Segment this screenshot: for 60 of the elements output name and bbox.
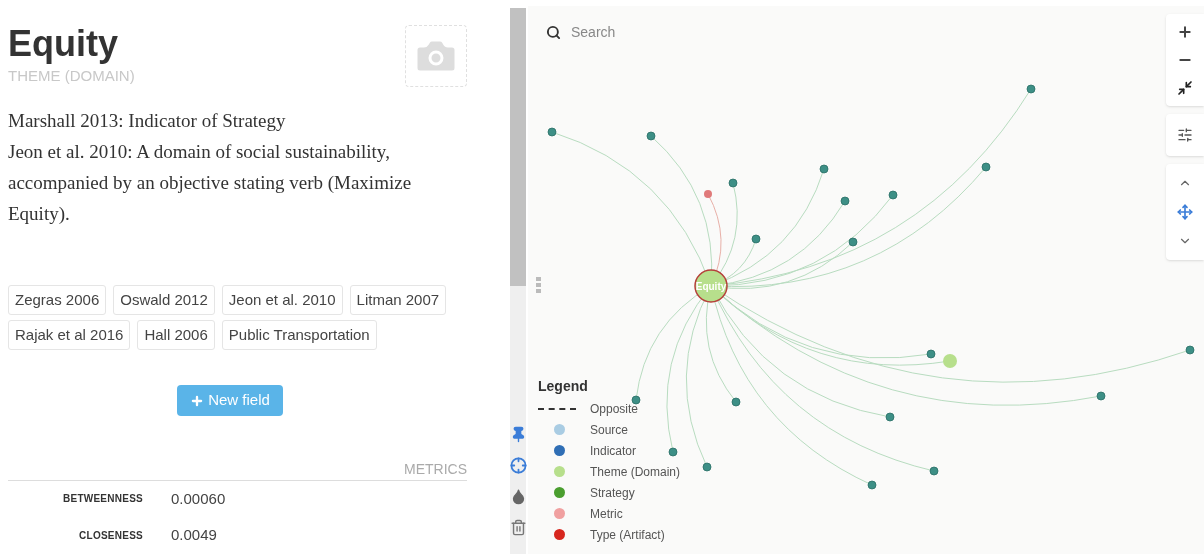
graph-canvas[interactable]: Equity Search Legend Opposite Source Indicator Theme (Domain) Strategy Metric Type (Artifact) xyxy=(528,6,1204,554)
description-text: Jeon et al. 2010: A domain of social sustainability, accompanied by an objective stating verb (Maximize Equity). xyxy=(8,140,413,226)
graph-node[interactable] xyxy=(867,480,877,490)
legend-label: Type (Artifact) xyxy=(590,527,665,542)
graph-node[interactable] xyxy=(728,178,738,188)
plus-icon xyxy=(190,393,205,408)
dashed-line-icon xyxy=(538,407,576,410)
legend-label: Strategy xyxy=(590,485,635,500)
node-title: Equity xyxy=(8,22,119,66)
legend-label: Metric xyxy=(590,506,623,521)
graph-node[interactable] xyxy=(702,462,712,472)
graph-node[interactable] xyxy=(888,190,898,200)
scrollbar[interactable] xyxy=(510,8,526,554)
search-icon xyxy=(546,24,561,40)
tag[interactable]: Rajak et al 2016 xyxy=(8,320,131,350)
graph-node[interactable] xyxy=(929,466,939,476)
graph-node[interactable] xyxy=(981,162,991,172)
legend-label: Source xyxy=(590,422,629,437)
zoom-in-icon[interactable] xyxy=(1177,24,1193,40)
graph-node[interactable] xyxy=(885,412,895,422)
tag[interactable]: Oswald 2012 xyxy=(113,285,215,315)
metric-value: 0.00060 xyxy=(171,488,226,509)
graph-node[interactable] xyxy=(926,349,936,359)
graph-node[interactable] xyxy=(840,196,850,206)
graph-node[interactable] xyxy=(1026,84,1036,94)
crosshair-icon[interactable] xyxy=(509,457,527,474)
graph-node[interactable] xyxy=(751,234,761,244)
drag-handle[interactable] xyxy=(536,277,541,295)
legend-title: Legend xyxy=(538,377,589,396)
collapse-icon[interactable] xyxy=(1177,80,1193,96)
graph-node[interactable] xyxy=(646,131,656,141)
sliders-icon[interactable] xyxy=(1177,127,1193,143)
trash-icon[interactable] xyxy=(509,519,527,536)
tag[interactable]: Public Transportation xyxy=(221,320,377,350)
metric-label: BETWEENNESS xyxy=(62,492,143,507)
search-field[interactable]: Search xyxy=(571,21,771,43)
graph-node[interactable] xyxy=(1185,345,1195,355)
legend-label: Opposite xyxy=(590,401,639,416)
legend-label: Theme (Domain) xyxy=(590,464,681,479)
graph-node[interactable] xyxy=(668,447,678,457)
selected-node[interactable] xyxy=(694,269,728,303)
tag[interactable]: Zegras 2006 xyxy=(8,285,107,315)
graph-node[interactable] xyxy=(1096,391,1106,401)
metrics-heading: METRICS xyxy=(404,460,467,479)
metric-value: 0.0049 xyxy=(171,525,217,546)
graph-node[interactable] xyxy=(731,397,741,407)
graph-node[interactable] xyxy=(848,237,858,247)
tag[interactable]: Litman 2007 xyxy=(349,285,447,315)
legend-label: Indicator xyxy=(590,443,637,458)
tag[interactable]: Hall 2006 xyxy=(137,320,215,350)
move-icon[interactable] xyxy=(1177,204,1193,220)
description-text: Marshall 2013: Indicator of Strategy xyxy=(8,109,287,133)
scrollbar-thumb[interactable] xyxy=(510,8,526,286)
metric-label: CLOSENESS xyxy=(78,528,143,543)
graph-node[interactable] xyxy=(943,354,957,368)
graph-node[interactable] xyxy=(819,164,829,174)
graph-node[interactable] xyxy=(631,395,641,405)
graph-node[interactable] xyxy=(547,127,557,137)
graph-node[interactable] xyxy=(704,190,712,198)
tag[interactable]: Jeon et al. 2010 xyxy=(221,285,343,315)
